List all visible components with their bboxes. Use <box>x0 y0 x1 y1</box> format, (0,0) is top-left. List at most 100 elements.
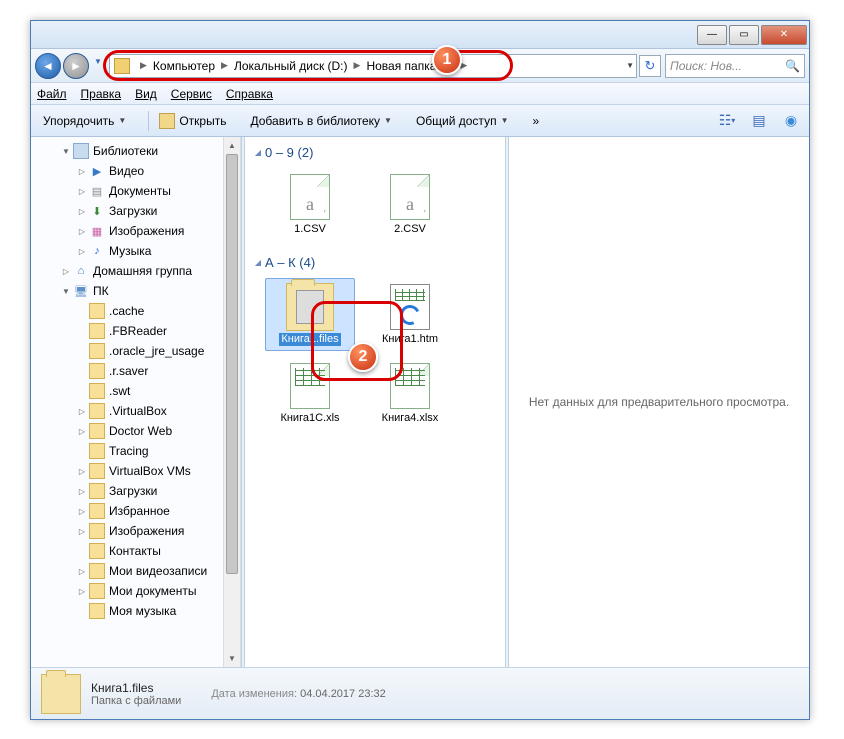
menu-help[interactable]: Справка <box>226 87 273 101</box>
help-button[interactable]: ◉ <box>779 112 803 130</box>
folder-icon <box>114 58 130 74</box>
breadcrumb-drive[interactable]: Локальный диск (D:) <box>234 59 348 73</box>
search-input[interactable]: Поиск: Нов... 🔍 <box>665 54 805 78</box>
menu-bar: Файл Правка Вид Сервис Справка <box>31 83 809 105</box>
collapse-icon[interactable]: ◢ <box>253 148 263 157</box>
file-item-Книга1C.xls[interactable]: Книга1C.xls <box>265 357 355 430</box>
file-item-2.CSV[interactable]: a,2.CSV <box>365 168 455 241</box>
expand-icon[interactable]: ▷ <box>77 187 87 196</box>
menu-file[interactable]: Файл <box>37 87 67 101</box>
tree-item-20[interactable]: Контакты <box>33 541 238 561</box>
refresh-button[interactable]: ↻ <box>639 55 661 77</box>
expand-icon[interactable]: ▷ <box>77 587 87 596</box>
tree-item-8[interactable]: .cache <box>33 301 238 321</box>
fld-icon <box>89 423 105 439</box>
tree-label: Мои документы <box>109 584 196 598</box>
tree-item-23[interactable]: Моя музыка <box>33 601 238 621</box>
lib-icon <box>73 143 89 159</box>
forward-button[interactable]: ► <box>63 53 89 79</box>
expand-icon[interactable]: ▷ <box>61 267 71 276</box>
status-name: Книга1.files <box>91 681 181 695</box>
file-item-Книга1.files[interactable]: Книга1.files <box>265 278 355 351</box>
expand-icon[interactable]: ▷ <box>77 167 87 176</box>
tree-label: Моя музыка <box>109 604 176 618</box>
tree-label: Избранное <box>109 504 170 518</box>
file-list[interactable]: ◢ 0 – 9 (2) a,1.CSVa,2.CSV ◢ А – К (4) Книг… <box>245 137 505 667</box>
tree-item-14[interactable]: ▷Doctor Web <box>33 421 238 441</box>
expand-icon[interactable]: ▷ <box>77 527 87 536</box>
history-dropdown[interactable]: ▼ <box>91 53 105 71</box>
scrollbar-thumb[interactable] <box>226 154 238 574</box>
tree-item-9[interactable]: .FBReader <box>33 321 238 341</box>
expand-icon[interactable]: ▷ <box>77 507 87 516</box>
tree-item-4[interactable]: ▷▦Изображения <box>33 221 238 241</box>
expand-icon[interactable]: ▷ <box>77 567 87 576</box>
xlsx-icon <box>386 362 434 410</box>
maximize-button[interactable]: ▭ <box>729 25 759 45</box>
expand-icon[interactable]: ▷ <box>77 487 87 496</box>
tree-item-2[interactable]: ▷▤Документы <box>33 181 238 201</box>
close-button[interactable]: ✕ <box>761 25 807 45</box>
tree-item-10[interactable]: .oracle_jre_usage <box>33 341 238 361</box>
tree-item-17[interactable]: ▷Загрузки <box>33 481 238 501</box>
chevron-down-icon: ▼ <box>384 116 392 125</box>
expand-icon[interactable]: ▷ <box>77 467 87 476</box>
annotation-badge-1: 1 <box>432 45 462 75</box>
expand-icon[interactable]: ▷ <box>77 407 87 416</box>
tree-item-5[interactable]: ▷♪Музыка <box>33 241 238 261</box>
tree-item-13[interactable]: ▷.VirtualBox <box>33 401 238 421</box>
back-button[interactable]: ◄ <box>35 53 61 79</box>
tree-scrollbar[interactable]: ▲ ▼ <box>223 137 240 667</box>
scroll-up-icon[interactable]: ▲ <box>224 137 240 154</box>
fld-icon <box>89 363 105 379</box>
file-item-Книга1.htm[interactable]: Книга1.htm <box>365 278 455 351</box>
group-header-1[interactable]: ◢ А – К (4) <box>249 253 501 274</box>
tree-item-7[interactable]: ▼🖥ПК <box>33 281 238 301</box>
view-options-button[interactable]: ☷▾ <box>715 112 739 130</box>
tree-item-18[interactable]: ▷ Избранное <box>33 501 238 521</box>
tree-item-22[interactable]: ▷ Мои документы <box>33 581 238 601</box>
tree-item-21[interactable]: ▷Мои видеозаписи <box>33 561 238 581</box>
file-item-Книга4.xlsx[interactable]: Книга4.xlsx <box>365 357 455 430</box>
minimize-button[interactable]: — <box>697 25 727 45</box>
preview-pane-button[interactable]: ▤ <box>747 112 771 130</box>
tree-item-12[interactable]: .swt <box>33 381 238 401</box>
menu-edit[interactable]: Правка <box>81 87 122 101</box>
collapse-icon[interactable]: ◢ <box>253 258 263 267</box>
add-to-library-button[interactable]: Добавить в библиотеку▼ <box>244 111 397 131</box>
tree-item-3[interactable]: ▷⬇ Загрузки <box>33 201 238 221</box>
tree-item-1[interactable]: ▷▶Видео <box>33 161 238 181</box>
scroll-down-icon[interactable]: ▼ <box>224 650 240 667</box>
tree-item-0[interactable]: ▼Библиотеки <box>33 141 238 161</box>
expand-icon[interactable]: ▼ <box>61 287 71 296</box>
tree-item-15[interactable]: Tracing <box>33 441 238 461</box>
address-bar[interactable]: ▶ Компьютер ▶ Локальный диск (D:) ▶ Нова… <box>109 54 637 78</box>
group-header-0[interactable]: ◢ 0 – 9 (2) <box>249 143 501 164</box>
navigation-tree[interactable]: ▼Библиотеки▷▶Видео▷▤Документы▷⬇Загрузки▷… <box>31 137 241 667</box>
menu-view[interactable]: Вид <box>135 87 157 101</box>
file-item-1.CSV[interactable]: a,1.CSV <box>265 168 355 241</box>
more-button[interactable]: » <box>526 111 545 131</box>
fld-icon <box>89 503 105 519</box>
file-label: Книга4.xlsx <box>382 412 439 425</box>
open-button[interactable]: Открыть <box>153 110 232 132</box>
organize-button[interactable]: Упорядочить▼ <box>37 111 132 131</box>
tree-label: Загрузки <box>109 204 157 218</box>
menu-tools[interactable]: Сервис <box>171 87 212 101</box>
tree-item-11[interactable]: .r.saver <box>33 361 238 381</box>
fld-icon <box>89 603 105 619</box>
down-icon: ⬇ <box>89 203 105 219</box>
expand-icon[interactable]: ▼ <box>61 147 71 156</box>
expand-icon[interactable]: ▷ <box>77 227 87 236</box>
expand-icon[interactable]: ▷ <box>77 247 87 256</box>
tree-item-19[interactable]: ▷Изображения <box>33 521 238 541</box>
tree-item-16[interactable]: ▷VirtualBox VMs <box>33 461 238 481</box>
breadcrumb-computer[interactable]: Компьютер <box>153 59 215 73</box>
address-dropdown[interactable]: ▼ <box>626 61 634 70</box>
fld-icon <box>89 583 105 599</box>
expand-icon[interactable]: ▷ <box>77 427 87 436</box>
share-button[interactable]: Общий доступ▼ <box>410 111 515 131</box>
expand-icon[interactable]: ▷ <box>77 207 87 216</box>
home-icon: ⌂ <box>73 263 89 279</box>
tree-item-6[interactable]: ▷⌂Домашняя группа <box>33 261 238 281</box>
